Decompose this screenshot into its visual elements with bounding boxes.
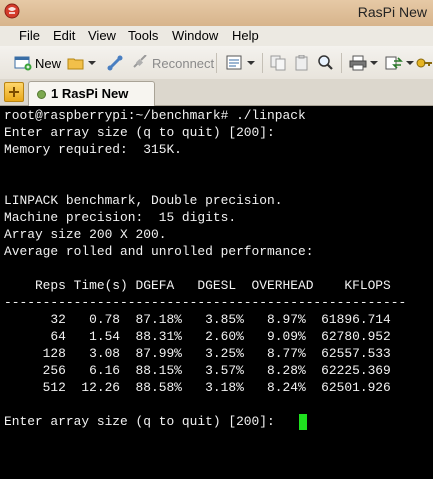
toolbar-separator [216,53,217,73]
copy-icon [270,55,286,71]
terminal-output[interactable]: root@raspberrypi:~/benchmark# ./linpack … [0,106,433,479]
chevron-down-icon [406,61,414,65]
terminal-line: ----------------------------------------… [4,295,407,310]
chevron-down-icon [88,61,96,65]
tab-raspi-new[interactable]: 1 RasPi New [28,81,155,106]
add-icon [9,87,19,97]
open-folder-button[interactable] [67,52,96,74]
toolbar-separator [262,53,263,73]
menu-bar: File Edit View Tools Window Help [0,26,433,46]
terminal-line: 256 6.16 88.15% 3.57% 8.28% 62225.369 [4,363,391,378]
menu-window[interactable]: Window [172,28,218,43]
tab-label: 1 RasPi New [51,86,129,101]
chevron-down-icon [247,61,255,65]
reconnect-icon [133,55,147,68]
print-button[interactable] [349,52,378,74]
reconnect-button[interactable]: Reconnect [131,52,214,74]
terminal-line: Memory required: 315K. [4,142,182,157]
copy-button[interactable] [270,52,288,74]
link-icon [107,55,123,71]
terminal-line: LINPACK benchmark, Double precision. [4,193,283,208]
terminal-line: 128 3.08 87.99% 3.25% 8.77% 62557.533 [4,346,391,361]
session-options-button[interactable] [226,52,255,74]
terminal-line: 64 1.54 88.31% 2.60% 9.09% 62780.952 [4,329,391,344]
title-bar: RasPi New [0,0,433,27]
menu-edit[interactable]: Edit [53,28,75,43]
terminal-line: 512 12.26 88.58% 3.18% 8.24% 62501.926 [4,380,391,395]
terminal-line: Reps Time(s) DGEFA DGESL OVERHEAD KFLOPS [4,278,391,293]
menu-view[interactable]: View [88,28,116,43]
terminal-line: Average rolled and unrolled performance: [4,244,314,259]
connected-status-icon [37,90,46,99]
menu-tools[interactable]: Tools [128,28,158,43]
app-logo-icon[interactable] [4,3,20,19]
sftp-button[interactable] [385,52,414,74]
terminal-line: Enter array size (q to quit) [200]: [4,414,275,429]
key-icon [416,58,432,68]
new-button[interactable]: New [14,52,61,74]
new-button-label: New [35,55,62,71]
search-icon [318,55,333,70]
window-title: RasPi New [357,4,427,20]
connect-button[interactable] [106,52,124,74]
properties-icon [226,55,242,70]
tab-bar: 1 RasPi New [0,79,433,106]
toolbar-separator [341,53,342,73]
terminal-cursor [299,414,307,430]
chevron-down-icon [370,61,378,65]
transfer-icon [385,56,403,70]
find-button[interactable] [317,52,335,74]
new-tab-button[interactable] [4,82,24,102]
folder-icon [67,58,84,70]
terminal-line: Enter array size (q to quit) [200]: [4,125,275,140]
toolbar: New Reconnect [0,46,433,80]
new-session-icon [14,56,32,71]
terminal-line: Machine precision: 15 digits. [4,210,237,225]
menu-file[interactable]: File [19,28,40,43]
printer-icon [349,55,367,71]
terminal-line: root@raspberrypi:~/benchmark# ./linpack [4,108,306,123]
paste-icon [295,55,308,71]
settings-button[interactable] [416,52,432,74]
terminal-line: 32 0.78 87.18% 3.85% 8.97% 61896.714 [4,312,391,327]
menu-help[interactable]: Help [232,28,259,43]
paste-button[interactable] [294,52,312,74]
terminal-line: Array size 200 X 200. [4,227,167,242]
reconnect-button-label: Reconnect [152,55,215,71]
